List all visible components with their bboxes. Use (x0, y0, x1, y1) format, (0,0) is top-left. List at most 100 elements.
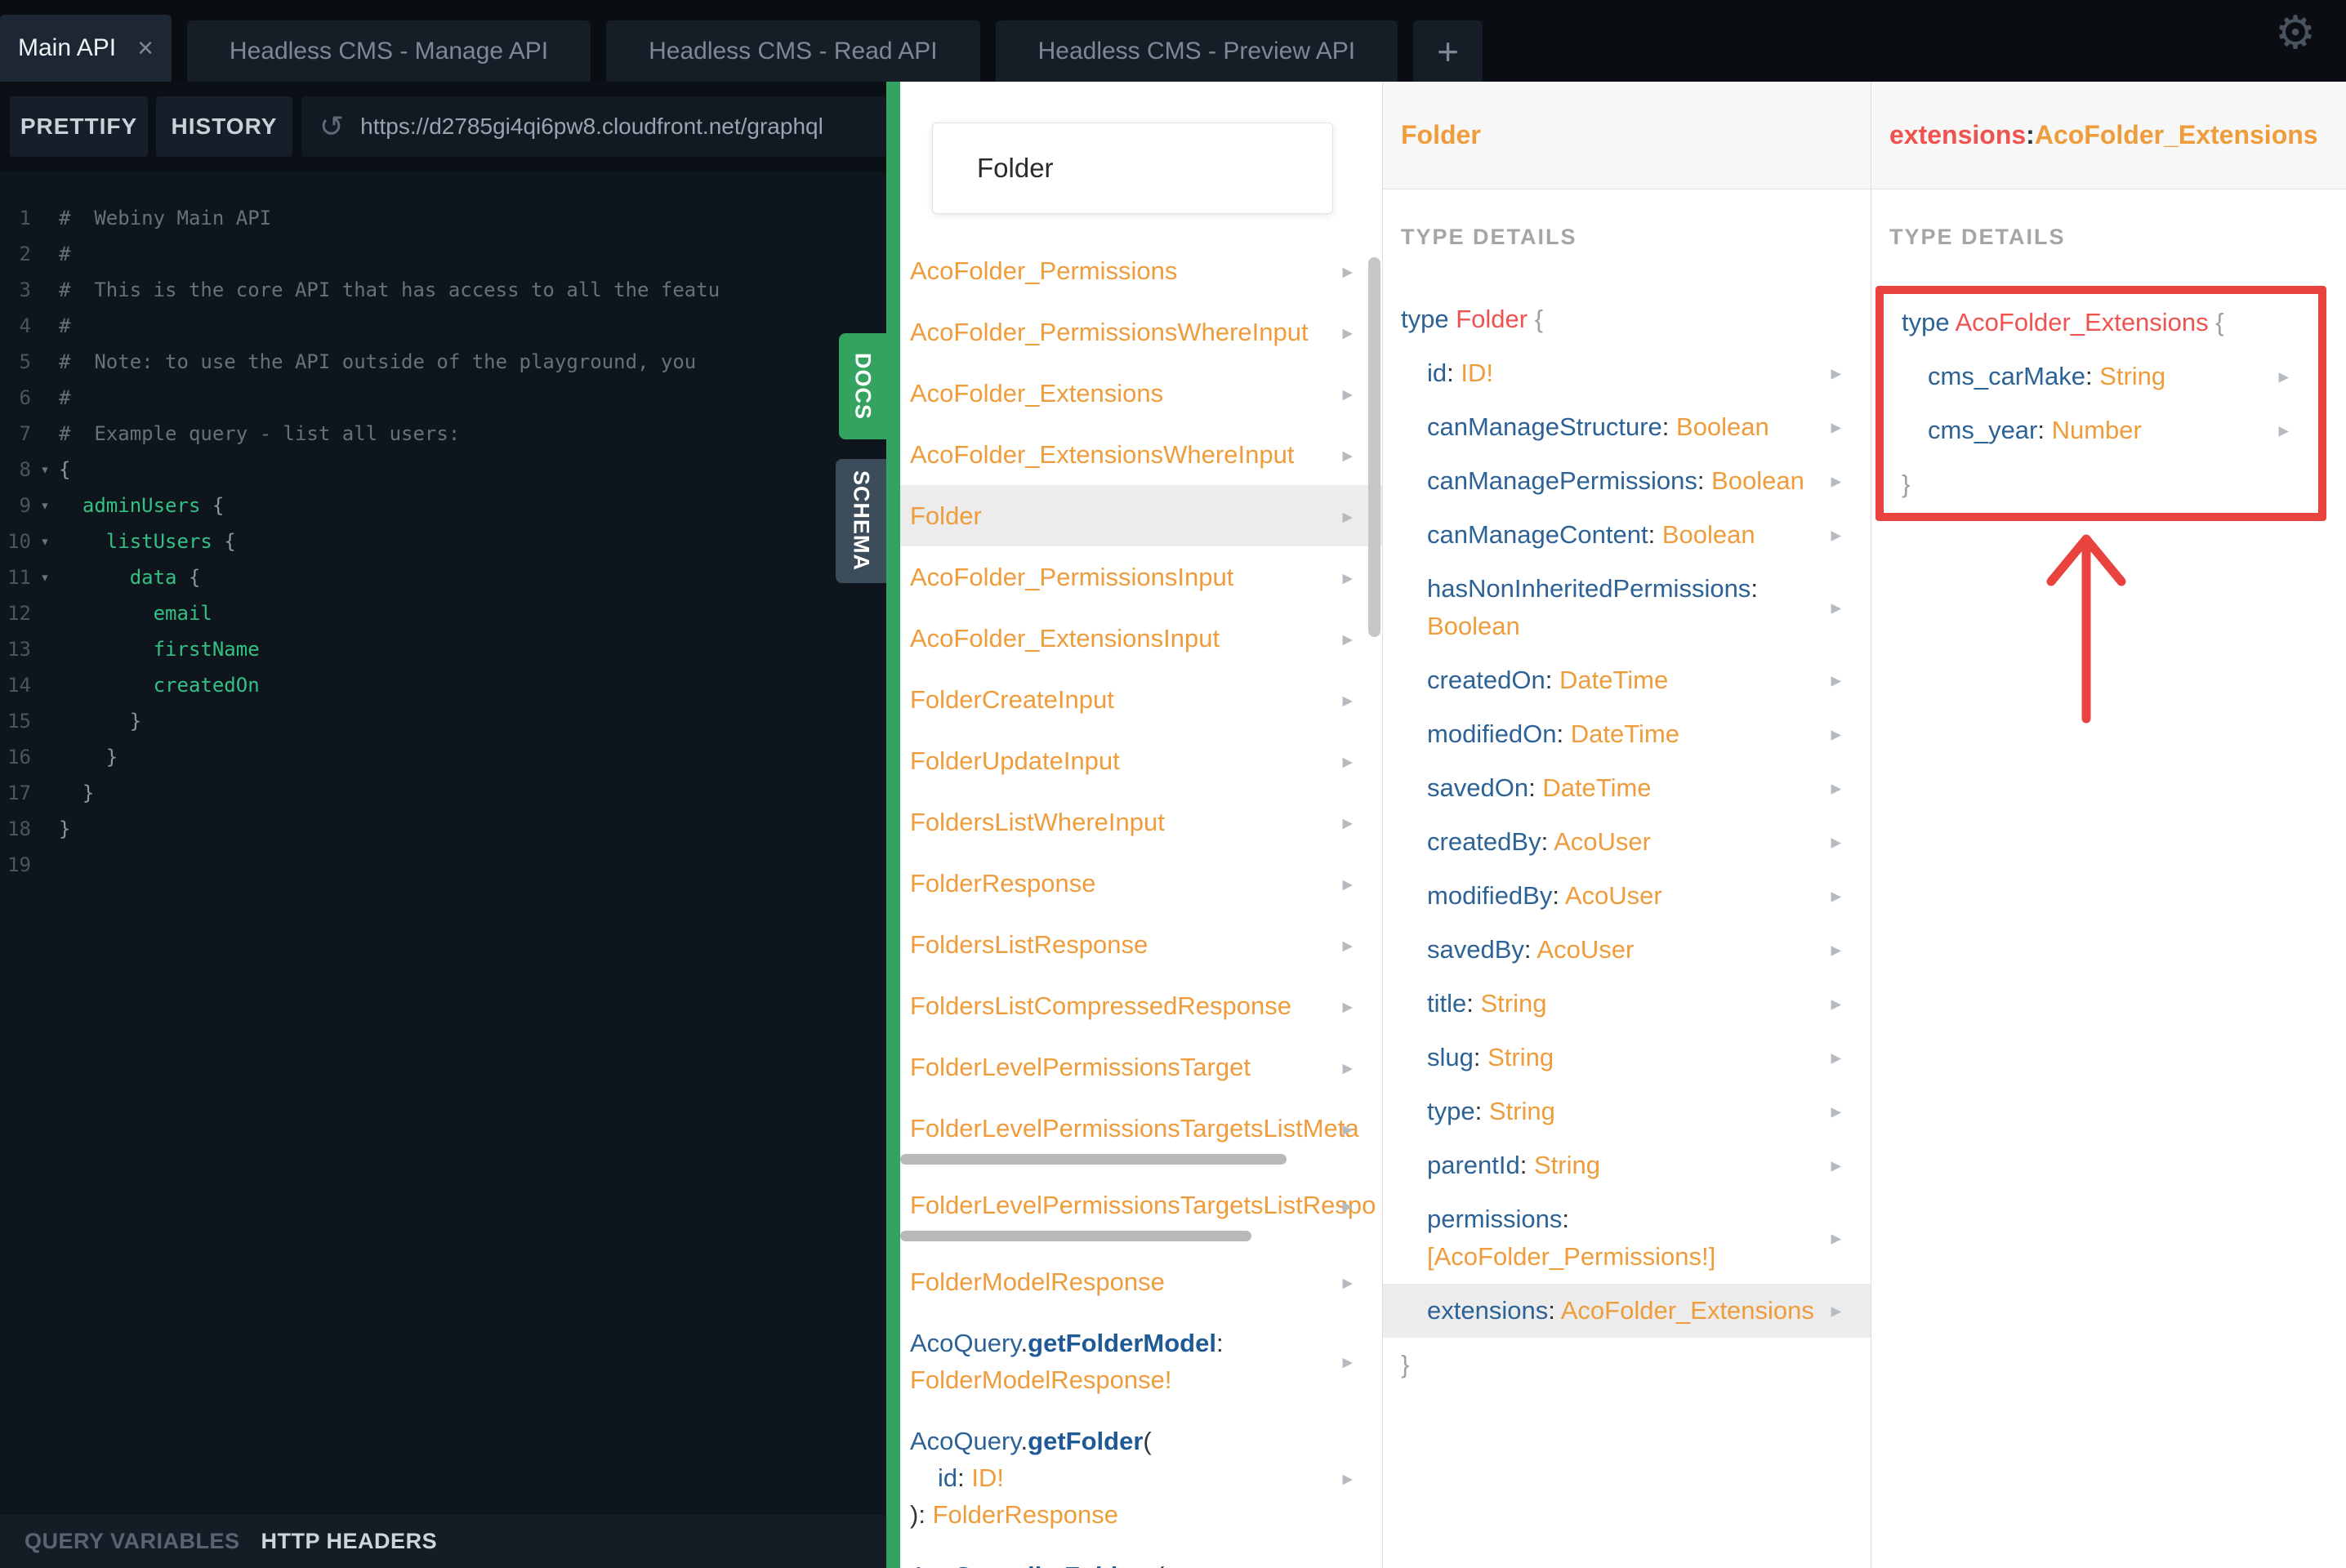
docs-list-item[interactable]: FoldersListWhereInput ▸ (900, 791, 1382, 853)
type-field-row[interactable]: createdBy: AcoUser ▸ (1383, 815, 1871, 869)
docs-list-item[interactable]: AcoQuery.getFolderModel: FolderModelRespo… (900, 1312, 1382, 1410)
line-number: 11 (7, 566, 31, 589)
code-token: id (1427, 359, 1447, 387)
tab-main-api[interactable]: Main API × (0, 15, 172, 82)
docs-list-item[interactable]: AcoFolder_ExtensionsInput ▸ (900, 608, 1382, 669)
docs-list-item[interactable]: AcoFolder_Permissions ▸ (900, 240, 1382, 301)
type-field-row[interactable]: extensions: AcoFolder_Extensions ▸ (1383, 1284, 1871, 1338)
code-token: { (176, 566, 201, 589)
prettify-button[interactable]: PRETTIFY (10, 96, 148, 157)
docs-list-item[interactable]: AcoFolder_ExtensionsWhereInput ▸ (900, 424, 1382, 485)
type-field-row[interactable]: canManageContent: Boolean ▸ (1383, 508, 1871, 562)
docs-list-item[interactable]: AcoQuery.getFolder(id: ID!): FolderRespo… (900, 1410, 1382, 1545)
docs-list-item[interactable]: FoldersListResponse ▸ (900, 914, 1382, 975)
settings-gear-icon[interactable]: ⚙ (2269, 7, 2321, 60)
fold-arrow-icon[interactable]: ▾ (31, 559, 59, 595)
docs-panel-divider[interactable] (886, 82, 900, 1568)
editor-line[interactable]: 1 # Webiny Main API (0, 200, 886, 236)
type-field-row[interactable]: canManagePermissions: Boolean ▸ (1383, 454, 1871, 508)
docs-list-item[interactable]: AcoFolder_Extensions ▸ (900, 363, 1382, 424)
type-field-row[interactable]: createdOn: DateTime ▸ (1383, 653, 1871, 707)
code-token: DateTime (1559, 666, 1669, 694)
editor-line[interactable]: 2 # (0, 236, 886, 272)
docs-list-item[interactable]: FolderLevelPermissionsTargetsListRespo ▸ (900, 1174, 1382, 1236)
docs-list-item[interactable]: FolderUpdateInput ▸ (900, 730, 1382, 791)
http-headers-tab[interactable]: HTTP HEADERS (261, 1529, 438, 1554)
fold-arrow-icon[interactable]: ▾ (31, 523, 59, 559)
type-field-row[interactable]: type: String ▸ (1383, 1085, 1871, 1138)
docs-list-item[interactable]: FolderCreateInput ▸ (900, 669, 1382, 730)
editor-line[interactable]: 12 email (0, 595, 886, 631)
tab-headless-cms-preview-api[interactable]: Headless CMS - Preview API (995, 20, 1398, 82)
code-token: ID! (1461, 359, 1493, 387)
docs-side-tab[interactable]: DOCS (839, 333, 886, 439)
docs-list-scrollbar[interactable] (1368, 257, 1380, 637)
docs-list-item[interactable]: FolderLevelPermissionsTarget ▸ (900, 1036, 1382, 1098)
endpoint-url[interactable]: https://d2785gi4qi6pw8.cloudfront.net/gr… (360, 114, 823, 140)
type-field-row[interactable]: modifiedBy: AcoUser ▸ (1383, 869, 1871, 923)
editor-line[interactable]: 11 ▾ data { (0, 559, 886, 595)
endpoint-url-bar[interactable]: ↺ https://d2785gi4qi6pw8.cloudfront.net/… (301, 96, 886, 157)
code-token: FolderResponse (910, 869, 1096, 898)
editor-line[interactable]: 9 ▾ adminUsers { (0, 488, 886, 523)
chevron-right-icon: ▸ (1342, 320, 1353, 344)
editor-line[interactable]: 16 } (0, 739, 886, 775)
editor-line[interactable]: 5 # Note: to use the API outside of the p… (0, 344, 886, 380)
editor-line[interactable]: 6 # (0, 380, 886, 416)
docs-list-item[interactable]: AcoFolder_PermissionsInput ▸ (900, 546, 1382, 608)
tab-headless-cms-read-api[interactable]: Headless CMS - Read API (606, 20, 980, 82)
editor-line[interactable]: 19 (0, 847, 886, 883)
editor-line[interactable]: 13 firstName (0, 631, 886, 667)
code-token: hasNonInheritedPermissions (1427, 574, 1751, 603)
tab-headless-cms-manage-api[interactable]: Headless CMS - Manage API (186, 20, 591, 82)
type-field-row[interactable]: slug: String ▸ (1383, 1031, 1871, 1085)
docs-list-item[interactable]: FolderModelResponse ▸ (900, 1251, 1382, 1312)
code-text: adminUsers { (59, 488, 224, 523)
chevron-right-icon: ▸ (1342, 1466, 1353, 1490)
code-token: : (1519, 1151, 1534, 1179)
type-field-row[interactable]: canManageStructure: Boolean ▸ (1383, 400, 1871, 454)
docs-search-input[interactable] (975, 152, 1326, 185)
docs-list-item[interactable]: FoldersListCompressedResponse ▸ (900, 975, 1382, 1036)
type-field-row[interactable]: permissions: [AcoFolder_Permissions!] ▸ (1383, 1192, 1871, 1284)
type-field-row[interactable]: savedOn: DateTime ▸ (1383, 761, 1871, 815)
docs-list-item[interactable]: AcoFolder_PermissionsWhereInput ▸ (900, 301, 1382, 363)
type-field-row[interactable]: modifiedOn: DateTime ▸ (1383, 707, 1871, 761)
history-button[interactable]: HISTORY (156, 96, 292, 157)
chevron-right-icon: ▸ (1831, 1045, 1841, 1069)
fold-arrow-icon[interactable]: ▾ (31, 488, 59, 523)
docs-list-item[interactable]: FolderResponse ▸ (900, 853, 1382, 914)
query-variables-tab[interactable]: QUERY VARIABLES (25, 1529, 240, 1554)
docs-list-item[interactable]: AcoQuery.listFolders(where: FoldersListW… (900, 1545, 1382, 1568)
type-field-row[interactable]: cms_year: Number ▸ (1884, 403, 2318, 457)
editor-line[interactable]: 17 } (0, 775, 886, 811)
type-field-row[interactable]: cms_carMake: String ▸ (1884, 350, 2318, 403)
editor-line[interactable]: 15 } (0, 703, 886, 739)
docs-list-item[interactable]: Folder ▸ (900, 485, 1382, 546)
type-field-row[interactable]: title: String ▸ (1383, 977, 1871, 1031)
editor-line[interactable]: 14 createdOn (0, 667, 886, 703)
type-field-row[interactable]: savedBy: AcoUser ▸ (1383, 923, 1871, 977)
schema-side-tab[interactable]: SCHEMA (836, 459, 886, 583)
type-line: canManagePermissions: Boolean (1427, 462, 1820, 500)
chevron-right-icon: ▸ (1342, 994, 1353, 1018)
editor-line[interactable]: 18} (0, 811, 886, 847)
editor-line[interactable]: 8 ▾{ (0, 452, 886, 488)
close-icon[interactable]: × (137, 34, 154, 62)
type-field-row[interactable]: id: ID! ▸ (1383, 346, 1871, 400)
refresh-icon[interactable]: ↺ (319, 110, 344, 144)
fold-arrow-icon[interactable]: ▾ (31, 452, 59, 488)
editor-line[interactable]: 7 # Example query - list all users: (0, 416, 886, 452)
editor-line[interactable]: 4 # (0, 308, 886, 344)
docs-list-item[interactable]: FolderLevelPermissionsTargetsListMeta ▸ (900, 1098, 1382, 1159)
type-field-row[interactable]: parentId: String ▸ (1383, 1138, 1871, 1192)
chevron-right-icon: ▸ (1342, 688, 1353, 711)
type-field-row[interactable]: hasNonInheritedPermissions: Boolean ▸ (1383, 562, 1871, 653)
code-token: : (1648, 520, 1662, 549)
editor-line[interactable]: 3 # This is the core API that has access … (0, 272, 886, 308)
add-tab-button[interactable]: + (1413, 20, 1483, 82)
editor-line[interactable]: 10 ▾ listUsers { (0, 523, 886, 559)
query-editor[interactable]: 1 # Webiny Main API 2 #3 # This is the core … (0, 172, 886, 1515)
docs-search-box[interactable] (932, 122, 1333, 214)
